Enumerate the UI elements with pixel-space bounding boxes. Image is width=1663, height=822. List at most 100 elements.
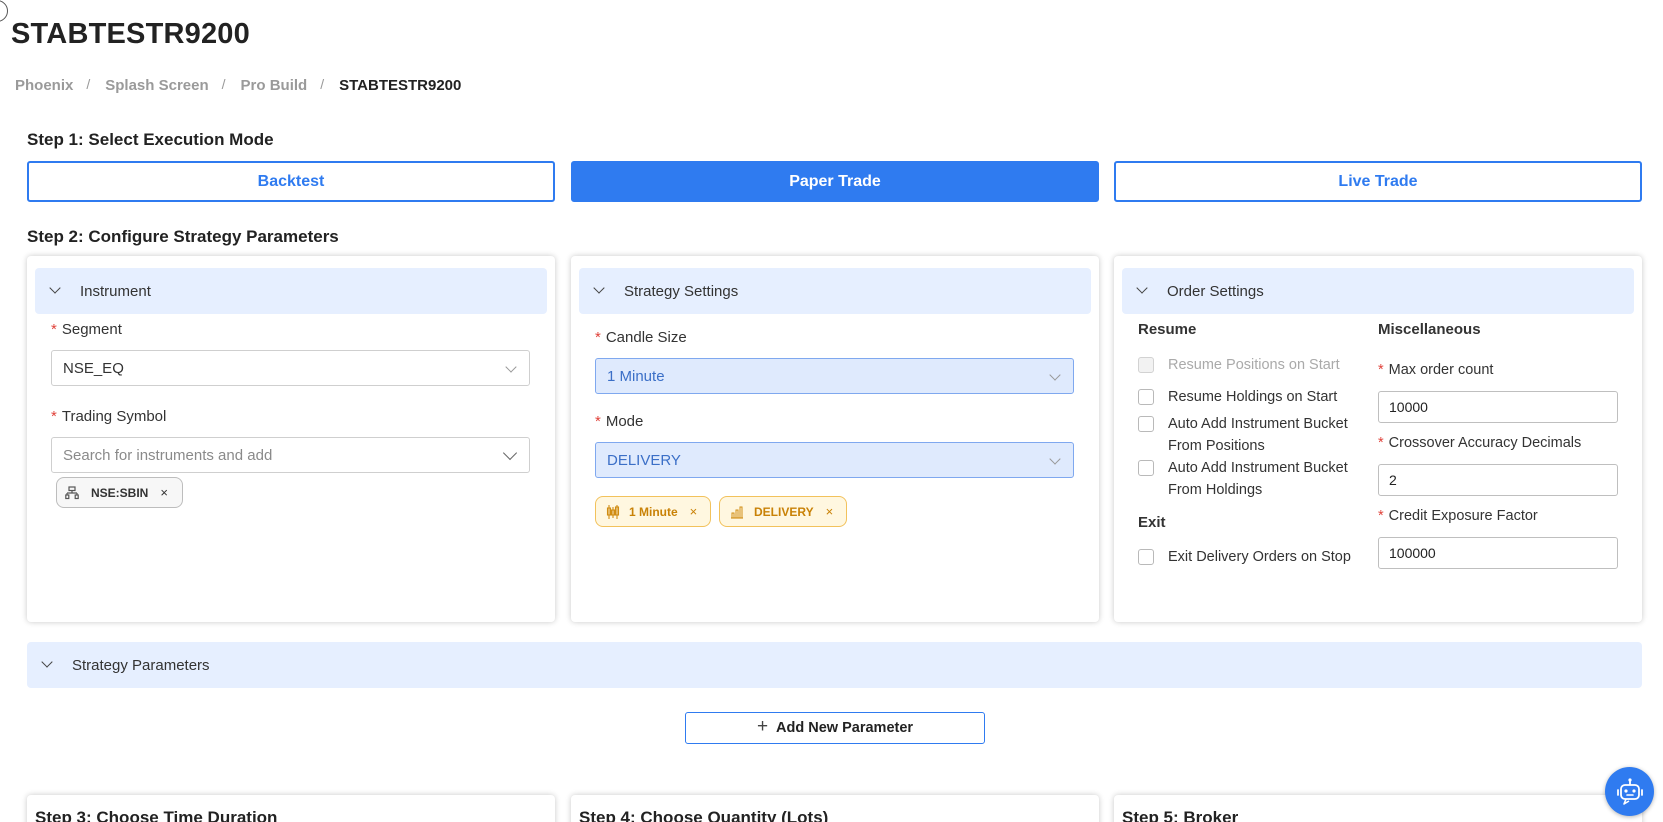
resume-holdings-label: Resume Holdings on Start: [1168, 389, 1338, 405]
required-mark: *: [595, 413, 601, 430]
crossover-accuracy-label-text: Crossover Accuracy Decimals: [1388, 435, 1582, 451]
symbol-tag: NSE:SBIN ×: [56, 477, 183, 508]
auto-add-holdings-checkbox[interactable]: [1138, 460, 1154, 476]
auto-add-positions-line2: From Positions: [1168, 438, 1265, 454]
segment-label-text: Segment: [61, 321, 122, 338]
chevron-down-icon: [505, 361, 517, 373]
chevron-down-icon: [49, 282, 61, 294]
max-order-label: * Max order count: [1378, 362, 1493, 378]
credit-exposure-label-text: Credit Exposure Factor: [1388, 508, 1538, 524]
candle-size-label: * Candle Size: [595, 329, 687, 346]
segment-label: * Segment: [51, 321, 122, 338]
exit-delivery-checkbox[interactable]: [1138, 549, 1154, 565]
candle-size-label-text: Candle Size: [605, 329, 687, 346]
trading-symbol-label: * Trading Symbol: [51, 408, 166, 425]
credit-exposure-input[interactable]: 100000: [1378, 537, 1618, 569]
candle-size-tag-label: 1 Minute: [629, 504, 678, 519]
strategy-settings-header-label: Strategy Settings: [624, 282, 739, 300]
required-mark: *: [1378, 362, 1384, 378]
page-title: STABTESTR9200: [11, 18, 250, 50]
breadcrumb-current: STABTESTR9200: [339, 77, 462, 94]
breadcrumb-phoenix[interactable]: Phoenix: [15, 77, 73, 94]
trading-symbol-placeholder: Search for instruments and add: [63, 446, 273, 464]
add-new-parameter-button[interactable]: + Add New Parameter: [685, 712, 985, 744]
candle-size-tag: 1 Minute ×: [595, 496, 711, 527]
bar-chart-icon: [731, 506, 743, 519]
chevron-down-icon: [593, 282, 605, 294]
instrument-header[interactable]: Instrument: [35, 268, 547, 314]
strategy-settings-header[interactable]: Strategy Settings: [579, 268, 1091, 314]
mode-tag: DELIVERY ×: [719, 496, 847, 527]
required-mark: *: [1378, 435, 1384, 451]
credit-exposure-label: * Credit Exposure Factor: [1378, 508, 1538, 524]
step3-card: Step 3: Choose Time Duration: [27, 795, 555, 822]
step2-title: Step 2: Configure Strategy Parameters: [27, 227, 339, 246]
plus-icon: +: [756, 716, 769, 737]
order-settings-header-label: Order Settings: [1167, 282, 1264, 300]
exit-delivery-label: Exit Delivery Orders on Stop: [1168, 549, 1351, 565]
candlestick-icon: [606, 504, 620, 519]
exit-heading: Exit: [1138, 514, 1166, 531]
mode-label-text: Mode: [605, 413, 644, 430]
auto-add-holdings-label: Auto Add Instrument Bucket From Holdings: [1168, 457, 1348, 501]
breadcrumb-separator: /: [221, 75, 226, 92]
mode-label: * Mode: [595, 413, 643, 430]
breadcrumb-separator: /: [320, 75, 325, 92]
backtest-button[interactable]: Backtest: [27, 161, 555, 202]
step1-title: Step 1: Select Execution Mode: [27, 130, 274, 149]
chevron-down-icon: [502, 445, 518, 461]
live-trade-button[interactable]: Live Trade: [1114, 161, 1642, 202]
symbol-tag-label: NSE:SBIN: [91, 485, 149, 500]
mode-tag-label: DELIVERY: [754, 504, 814, 519]
resume-holdings-option[interactable]: Resume Holdings on Start: [1138, 386, 1337, 408]
strategy-parameters-label: Strategy Parameters: [72, 656, 210, 674]
assistant-button[interactable]: [1605, 767, 1654, 816]
resume-positions-checkbox: [1138, 357, 1154, 373]
mode-select[interactable]: DELIVERY: [595, 442, 1074, 478]
chevron-down-icon: [1049, 453, 1061, 465]
exit-delivery-option[interactable]: Exit Delivery Orders on Stop: [1138, 546, 1351, 568]
auto-add-positions-option[interactable]: Auto Add Instrument Bucket From Positions: [1138, 413, 1348, 457]
step3-title: Step 3: Choose Time Duration: [35, 808, 278, 822]
close-icon[interactable]: ×: [690, 504, 698, 519]
candle-size-select[interactable]: 1 Minute: [595, 358, 1074, 394]
close-icon[interactable]: ×: [826, 504, 834, 519]
segment-value: NSE_EQ: [63, 359, 124, 377]
instrument-icon: [65, 485, 79, 499]
corner-circle: [0, 0, 8, 22]
chevron-down-icon: [41, 656, 53, 668]
max-order-input[interactable]: 10000: [1378, 391, 1618, 423]
chevron-down-icon: [1136, 282, 1148, 294]
required-mark: *: [595, 329, 601, 346]
paper-trade-button[interactable]: Paper Trade: [571, 161, 1099, 202]
required-mark: *: [51, 408, 57, 425]
order-settings-card: Order Settings Resume Resume Positions o…: [1114, 256, 1642, 622]
auto-add-positions-line1: Auto Add Instrument Bucket: [1168, 416, 1348, 432]
resume-holdings-checkbox[interactable]: [1138, 389, 1154, 405]
step5-title: Step 5: Broker: [1122, 808, 1239, 822]
crossover-accuracy-input[interactable]: 2: [1378, 464, 1618, 496]
strategy-parameters-header[interactable]: Strategy Parameters: [27, 642, 1642, 688]
max-order-label-text: Max order count: [1388, 362, 1494, 378]
breadcrumb: Phoenix / Splash Screen / Pro Build / ST…: [15, 75, 462, 95]
auto-add-holdings-line2: From Holdings: [1168, 482, 1263, 498]
candle-size-value: 1 Minute: [607, 367, 665, 385]
trading-symbol-search[interactable]: Search for instruments and add: [51, 437, 530, 473]
auto-add-positions-label: Auto Add Instrument Bucket From Positions: [1168, 413, 1348, 457]
resume-heading: Resume: [1138, 321, 1197, 338]
close-icon[interactable]: ×: [160, 485, 168, 500]
auto-add-holdings-option[interactable]: Auto Add Instrument Bucket From Holdings: [1138, 457, 1348, 501]
step4-card: Step 4: Choose Quantity (Lots): [571, 795, 1099, 822]
required-mark: *: [51, 321, 57, 338]
step5-card: Step 5: Broker: [1114, 795, 1642, 822]
breadcrumb-separator: /: [86, 75, 91, 92]
resume-positions-label: Resume Positions on Start: [1168, 357, 1340, 373]
breadcrumb-splash-screen[interactable]: Splash Screen: [105, 77, 208, 94]
mode-value: DELIVERY: [607, 451, 681, 469]
order-settings-header[interactable]: Order Settings: [1122, 268, 1634, 314]
auto-add-positions-checkbox[interactable]: [1138, 416, 1154, 432]
segment-select[interactable]: NSE_EQ: [51, 350, 530, 386]
breadcrumb-pro-build[interactable]: Pro Build: [241, 77, 308, 94]
chevron-down-icon: [1049, 369, 1061, 381]
crossover-accuracy-label: * Crossover Accuracy Decimals: [1378, 435, 1581, 451]
